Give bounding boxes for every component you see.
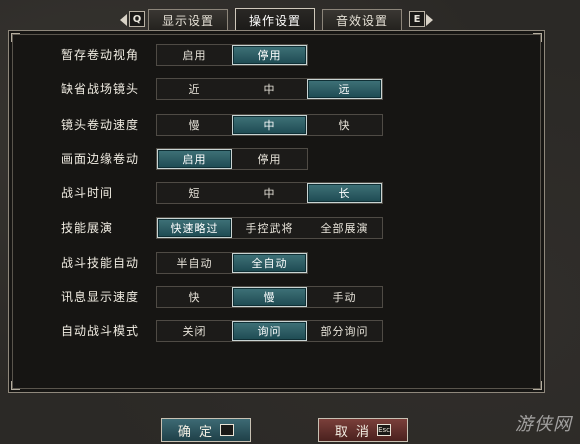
setting-row: 战斗时间 短中长: [9, 182, 544, 204]
option-button[interactable]: 远: [307, 79, 382, 99]
option-group: 关闭 询问 部分询问: [156, 320, 383, 342]
cancel-button[interactable]: 取 消 Esc: [318, 418, 408, 442]
setting-label: 技能展演: [61, 221, 114, 235]
setting-label: 暂存卷动视角: [61, 48, 140, 62]
setting-label: 战斗技能自动: [61, 256, 140, 270]
option-button[interactable]: 全部展演: [307, 218, 382, 238]
option-group: 半自动 全自动: [156, 252, 308, 274]
option-group: 近中远: [156, 78, 383, 100]
setting-row: 画面边缘卷动 启用 停用: [9, 148, 544, 170]
tab-control-settings[interactable]: 操作设置: [235, 8, 315, 31]
tab-display-settings[interactable]: 显示设置: [148, 9, 228, 30]
option-group: 慢中快: [156, 114, 383, 136]
option-group: 快速略过 手控武将 全部展演: [156, 217, 383, 239]
option-button[interactable]: 手动: [307, 287, 382, 307]
option-button[interactable]: 中: [232, 183, 307, 203]
option-button[interactable]: 停用: [232, 149, 307, 169]
option-button[interactable]: 中: [232, 79, 307, 99]
confirm-label: 确 定: [177, 424, 215, 440]
setting-row: 讯息显示速度 快慢手动: [9, 286, 544, 308]
option-button[interactable]: 快速略过: [157, 218, 232, 238]
setting-label: 缺省战场镜头: [61, 82, 140, 96]
setting-row: 战斗技能自动 半自动 全自动: [9, 252, 544, 274]
arrow-right-icon[interactable]: [426, 14, 433, 26]
tab-sound-settings[interactable]: 音效设置: [322, 9, 402, 30]
option-button[interactable]: 启用: [157, 149, 232, 169]
setting-label: 自动战斗模式: [61, 324, 140, 338]
corner-ornament: [11, 33, 20, 42]
option-button[interactable]: 近: [157, 79, 232, 99]
option-group: 快慢手动: [156, 286, 383, 308]
option-button[interactable]: 半自动: [157, 253, 232, 273]
option-button[interactable]: 慢: [157, 115, 232, 135]
option-button[interactable]: 询问: [232, 321, 307, 341]
option-button[interactable]: 停用: [232, 45, 307, 65]
setting-row: 自动战斗模式 关闭 询问 部分询问: [9, 320, 544, 342]
enter-key-icon: [220, 424, 235, 436]
tab-strip: Q 显示设置 操作设置 音效设置 E: [0, 8, 580, 31]
corner-ornament: [11, 381, 20, 390]
setting-label: 画面边缘卷动: [61, 152, 140, 166]
settings-panel: 暂存卷动视角 启用 停用 缺省战场镜头近中远镜头卷动速度慢中快画面边缘卷动 启用 停用 战斗…: [8, 30, 545, 393]
option-button[interactable]: 中: [232, 115, 307, 135]
setting-label: 战斗时间: [61, 186, 114, 200]
confirm-button[interactable]: 确 定: [161, 418, 251, 442]
option-button[interactable]: 手控武将: [232, 218, 307, 238]
setting-row: 暂存卷动视角 启用 停用: [9, 44, 544, 66]
option-group: 启用 停用: [156, 148, 308, 170]
cancel-label: 取 消: [334, 424, 372, 440]
option-button[interactable]: 慢: [232, 287, 307, 307]
corner-ornament: [533, 33, 542, 42]
corner-ornament: [533, 381, 542, 390]
option-button[interactable]: 快: [307, 115, 382, 135]
option-button[interactable]: 部分询问: [307, 321, 382, 341]
option-button[interactable]: 全自动: [232, 253, 307, 273]
option-button[interactable]: 长: [307, 183, 382, 203]
option-button[interactable]: 短: [157, 183, 232, 203]
setting-label: 镜头卷动速度: [61, 118, 140, 132]
next-tab-key[interactable]: E: [409, 11, 425, 27]
setting-row: 缺省战场镜头 近中远: [9, 78, 544, 100]
option-button[interactable]: 启用: [157, 45, 232, 65]
setting-row: 镜头卷动速度 慢中快: [9, 114, 544, 136]
esc-key-icon: Esc: [377, 424, 392, 436]
option-group: 启用 停用: [156, 44, 308, 66]
option-button[interactable]: 快: [157, 287, 232, 307]
prev-tab-key[interactable]: Q: [129, 11, 145, 27]
arrow-left-icon[interactable]: [120, 14, 127, 26]
setting-label: 讯息显示速度: [61, 290, 140, 304]
option-group: 短中长: [156, 182, 383, 204]
setting-row: 技能展演 快速略过 手控武将 全部展演: [9, 217, 544, 239]
watermark: 游侠网: [515, 414, 572, 435]
option-button[interactable]: 关闭: [157, 321, 232, 341]
